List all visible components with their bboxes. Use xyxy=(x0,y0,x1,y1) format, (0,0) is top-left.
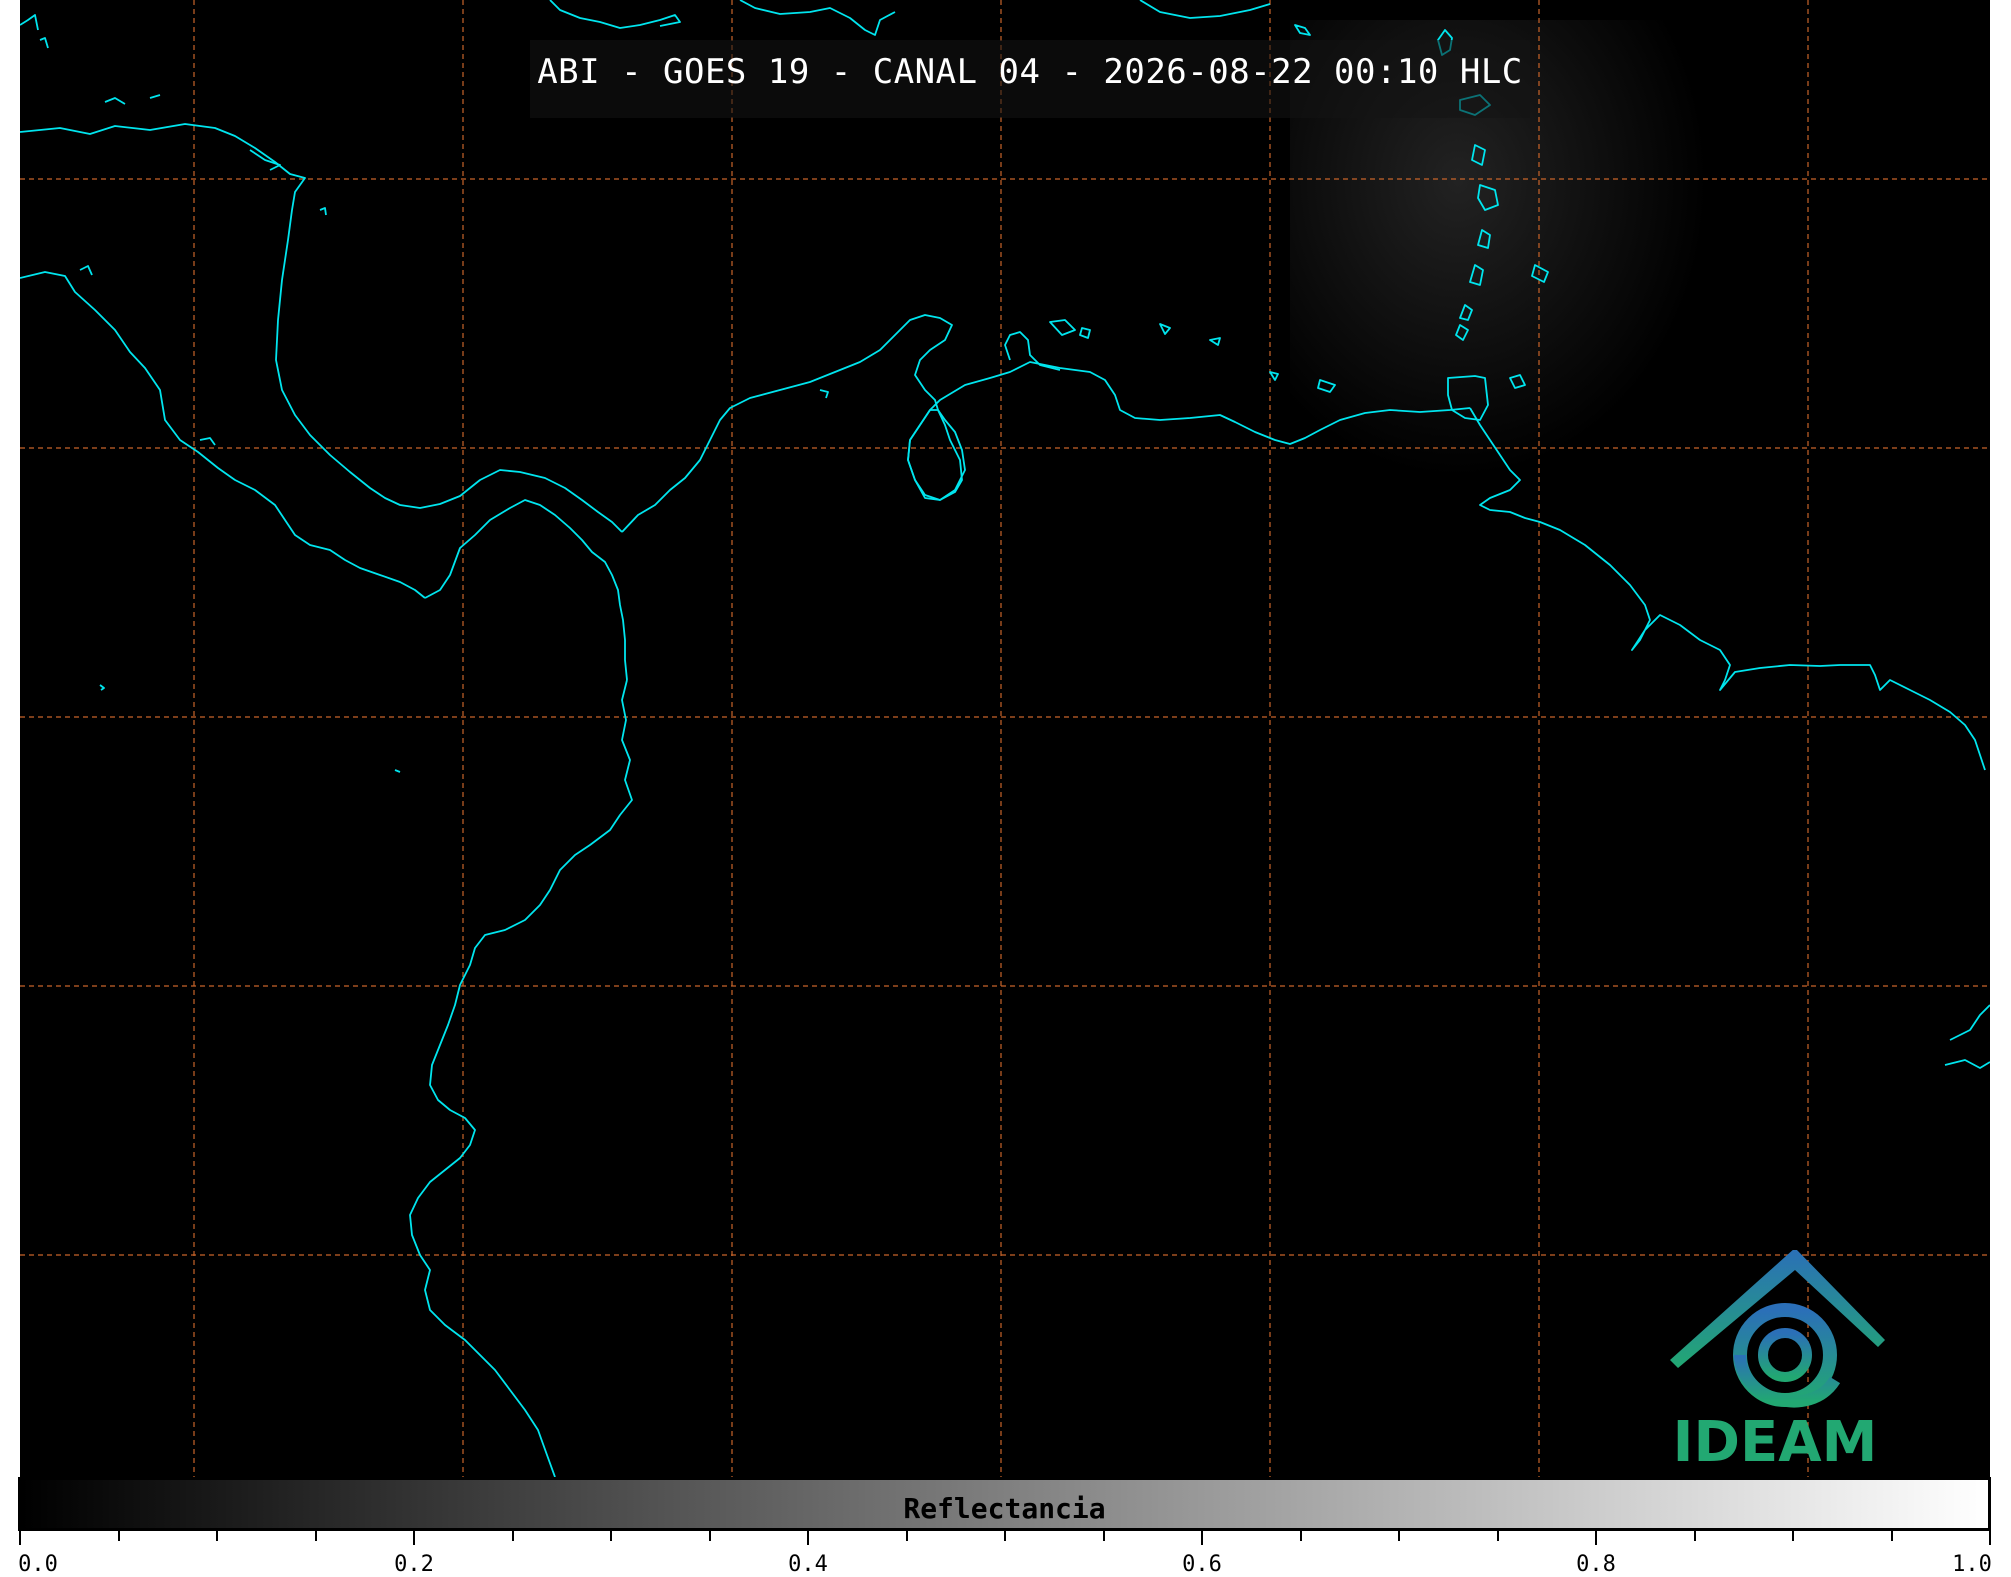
colorbar-tick xyxy=(1890,1531,1893,1541)
colorbar-tick-label: 0.2 xyxy=(394,1552,434,1577)
coastline-venezuela xyxy=(1469,407,1986,771)
coastline-panama-pacific xyxy=(424,499,628,681)
colorbar-tick xyxy=(1004,1531,1006,1541)
colorbar-tick xyxy=(1102,1531,1105,1541)
colorbar: Reflectancia xyxy=(18,1477,1991,1531)
coastline-small-features xyxy=(20,14,1990,1069)
coastline-colombia-pacific xyxy=(409,679,633,1477)
colorbar-tick xyxy=(314,1531,317,1541)
coastline-central-america-caribbean xyxy=(20,123,623,533)
colorbar-label: Reflectancia xyxy=(903,1492,1106,1525)
coastline-trinidad xyxy=(1447,375,1489,421)
logo-text: IDEAM xyxy=(1672,1410,1878,1475)
colorbar-tick xyxy=(19,1531,21,1545)
colorbar-tick xyxy=(1792,1531,1794,1541)
image-title: ABI - GOES 19 - CANAL 04 - 2026-08-22 00… xyxy=(537,52,1523,92)
coastline-central-america-pacific xyxy=(20,271,426,599)
colorbar-tick xyxy=(511,1531,514,1541)
satellite-image-viewer: ABI - GOES 19 - CANAL 04 - 2026-08-22 00… xyxy=(0,0,2011,1577)
colorbar-tick xyxy=(1398,1531,1400,1541)
colorbar-tick-label: 0.4 xyxy=(788,1552,828,1577)
colorbar-tick xyxy=(413,1531,415,1545)
colorbar-tick xyxy=(1595,1531,1597,1545)
colorbar-tick-label: 1.0 xyxy=(1952,1552,1992,1577)
colorbar-tick xyxy=(117,1531,120,1541)
colorbar-tick xyxy=(905,1531,908,1541)
coastline-maracaibo-lake xyxy=(907,409,966,501)
colorbar-tick xyxy=(807,1531,809,1545)
coastline-guajira xyxy=(1004,331,1061,371)
colorbar-tick-label: 0.8 xyxy=(1576,1552,1616,1577)
colorbar-tick xyxy=(708,1531,711,1541)
colorbar-tick xyxy=(610,1531,612,1541)
colorbar-tick xyxy=(1201,1531,1203,1545)
colorbar-tick xyxy=(1299,1531,1302,1541)
colorbar-tick xyxy=(216,1531,218,1541)
colorbar-tick xyxy=(1496,1531,1499,1541)
coastline-caribbean-islands xyxy=(1049,319,1336,393)
colorbar-tick xyxy=(1989,1531,1991,1545)
colorbar-tick xyxy=(1693,1531,1696,1541)
colorbar-tick-label: 0.0 xyxy=(18,1552,58,1577)
colorbar-tick-label: 0.6 xyxy=(1182,1552,1222,1577)
coastline-colombia-caribbean xyxy=(621,314,1471,533)
coastline-top-islands xyxy=(549,0,1311,36)
